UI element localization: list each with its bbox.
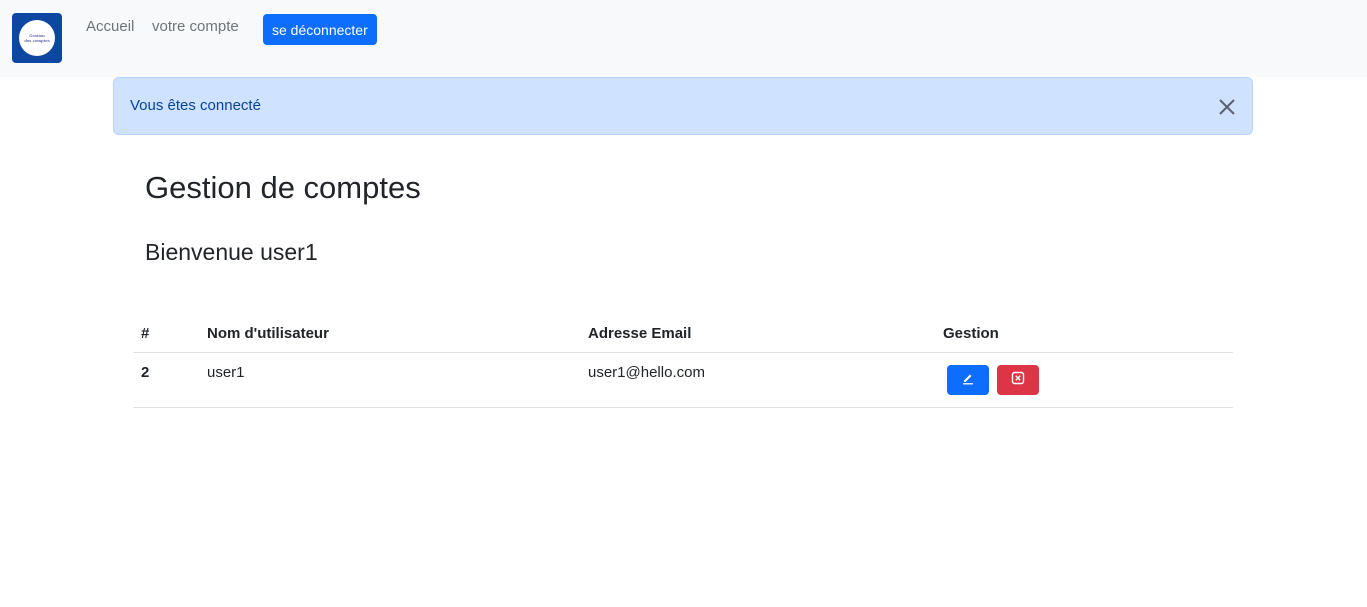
pencil-icon <box>961 371 975 388</box>
cell-actions <box>935 352 1233 408</box>
logo[interactable]: Gestion des comptes <box>12 13 62 63</box>
nav-link-account[interactable]: votre compte <box>152 18 239 35</box>
nav-link-home[interactable]: Accueil <box>86 18 134 35</box>
column-header-username: Nom d'utilisateur <box>199 316 580 353</box>
cell-username: user1 <box>199 352 580 408</box>
row-actions <box>943 364 1225 395</box>
close-icon[interactable] <box>1216 96 1238 118</box>
delete-button[interactable] <box>997 364 1039 395</box>
welcome-heading: Bienvenue user1 <box>145 239 318 265</box>
column-header-id: # <box>133 316 199 353</box>
accounts-table: # Nom d'utilisateur Adresse Email Gestio… <box>133 316 1233 408</box>
column-header-email: Adresse Email <box>580 316 935 353</box>
cell-id: 2 <box>133 352 199 408</box>
column-header-manage: Gestion <box>935 316 1233 353</box>
alert-message: Vous êtes connecté <box>130 97 261 114</box>
edit-button[interactable] <box>947 364 989 395</box>
x-square-icon <box>1011 371 1025 388</box>
table-row: 2 user1 user1@hello.com <box>133 352 1233 408</box>
alert-success: Vous êtes connecté <box>113 77 1253 135</box>
logo-text-line2: des comptes <box>24 38 50 43</box>
table-header-row: # Nom d'utilisateur Adresse Email Gestio… <box>133 316 1233 353</box>
cell-email: user1@hello.com <box>580 352 935 408</box>
logo-badge: Gestion des comptes <box>19 20 55 56</box>
page-title: Gestion de comptes <box>145 170 421 205</box>
logout-button[interactable]: se déconnecter <box>263 14 377 45</box>
navbar: Gestion des comptes Accueil votre compte… <box>0 0 1367 77</box>
